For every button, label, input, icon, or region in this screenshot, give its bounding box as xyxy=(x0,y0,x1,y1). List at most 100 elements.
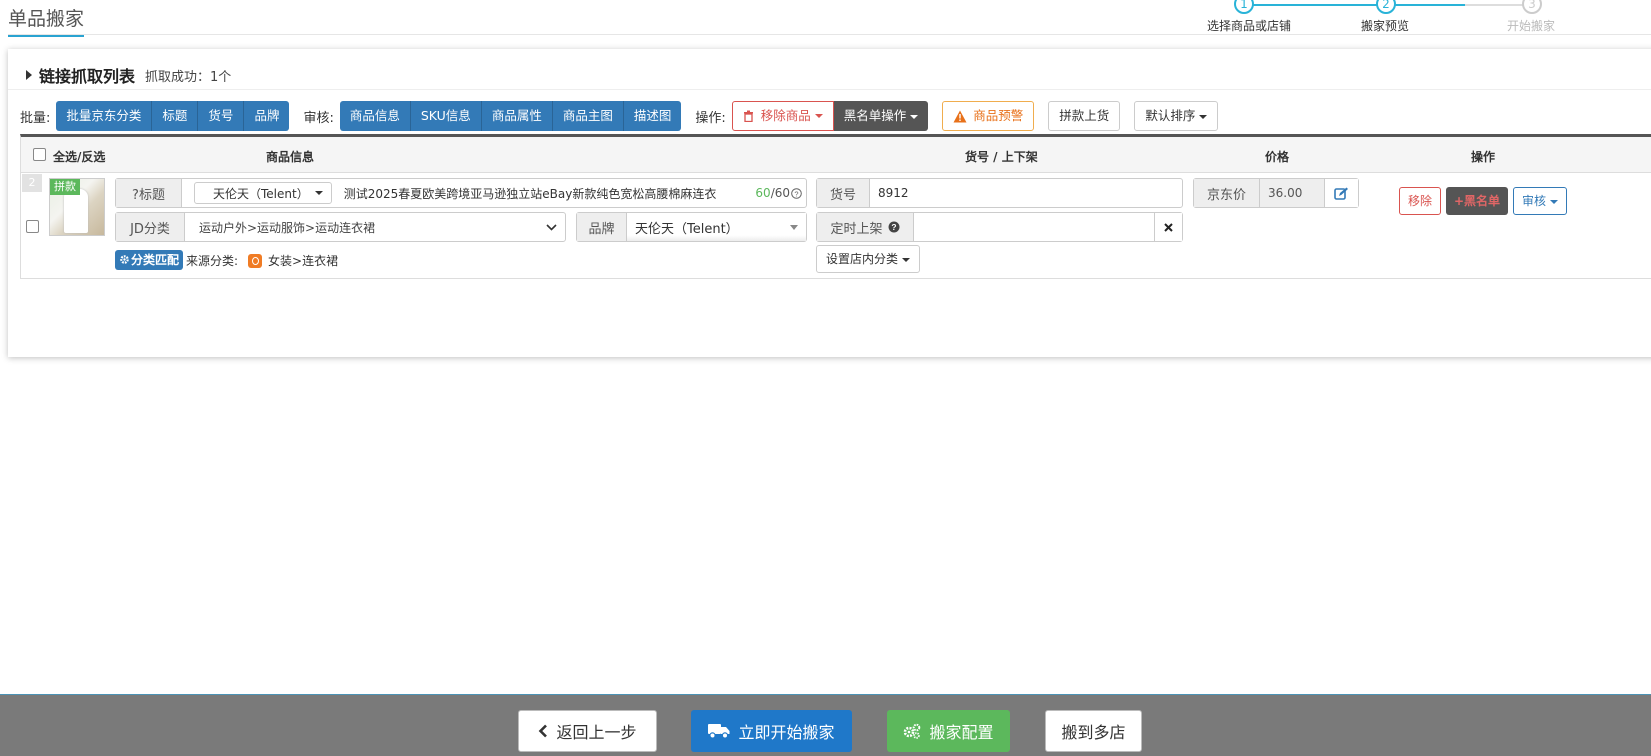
review-description-image-button[interactable]: 描述图 xyxy=(623,101,682,131)
price-value: 36.00 xyxy=(1260,179,1324,207)
table-row: 2 拼款 ?标题 天伦天（Telent） 测试2025春夏欧美跨境亚马逊独立站e… xyxy=(21,173,1651,279)
truck-icon xyxy=(708,724,730,739)
move-to-multi-store-button[interactable]: 搬到多店 xyxy=(1045,710,1142,752)
panel-title: 链接抓取列表 xyxy=(39,67,136,86)
review-label: 审核: xyxy=(303,110,334,126)
caret-down-icon xyxy=(314,191,323,195)
caret-down-icon xyxy=(814,114,823,118)
step-1-circle: 1 xyxy=(1234,0,1254,14)
title-brand-value: 天伦天（Telent） xyxy=(213,186,309,201)
title-input[interactable]: 测试2025春夏欧美跨境亚马逊独立站eBay新款纯色宽松高腰棉麻连衣 xyxy=(344,179,752,207)
back-button[interactable]: 返回上一步 xyxy=(518,710,657,752)
batch-jd-category-button[interactable]: 批量京东分类 xyxy=(56,101,153,131)
jd-category-select[interactable]: 运动户外>运动服饰>运动连衣裙 xyxy=(185,213,565,241)
panel-header[interactable]: 链接抓取列表 抓取成功：1个 xyxy=(26,63,231,87)
action-label: 操作: xyxy=(695,110,726,126)
batch-button-group: 批量京东分类 标题 货号 品牌 xyxy=(56,101,290,131)
blacklist-ops-button[interactable]: 黑名单操作 xyxy=(833,101,929,131)
chevron-left-icon xyxy=(539,724,548,738)
store-category-label: 设置店内分类 xyxy=(826,252,899,266)
batch-brand-button[interactable]: 品牌 xyxy=(244,101,290,131)
step-3-label: 开始搬家 xyxy=(1507,19,1556,33)
title-brand-dropdown[interactable]: 天伦天（Telent） xyxy=(194,182,332,204)
source-category-value: 女装>连衣裙 xyxy=(268,254,339,268)
brand-label: 品牌 xyxy=(577,213,627,241)
edit-price-button[interactable] xyxy=(1324,179,1358,207)
store-category-button[interactable]: 设置店内分类 xyxy=(816,245,921,273)
price-label: 京东价 xyxy=(1194,179,1260,207)
audit-row-label: 审核 xyxy=(1522,194,1547,208)
batch-toolbar: 批量: 批量京东分类 标题 货号 品牌 审核: 商品信息 SKU信息 商品属性 … xyxy=(20,101,1232,131)
batch-label: 批量: xyxy=(20,110,51,126)
page-title: 单品搬家 xyxy=(8,4,85,37)
review-attributes-button[interactable]: 商品属性 xyxy=(481,101,553,131)
header-product-info: 商品信息 xyxy=(266,150,315,164)
category-match-button[interactable]: 分类匹配 xyxy=(115,250,184,270)
select-all-label[interactable]: 全选/反选 xyxy=(53,148,105,165)
row-checkbox[interactable] xyxy=(26,220,39,233)
caret-down-icon xyxy=(1199,114,1208,119)
review-sku-info-button[interactable]: SKU信息 xyxy=(410,101,482,131)
close-icon xyxy=(1164,222,1173,232)
help-icon: ? xyxy=(888,221,899,233)
caret-down-icon xyxy=(790,224,798,230)
product-warning-label: 商品预警 xyxy=(973,108,1024,123)
schedule-label-text: 定时上架 xyxy=(830,221,883,237)
header-actions: 操作 xyxy=(1471,150,1496,164)
step-2-circle: 2 xyxy=(1376,0,1396,14)
sku-input[interactable]: 8912 xyxy=(870,179,1182,207)
start-migration-button[interactable]: 立即开始搬家 xyxy=(691,710,852,752)
product-thumbnail[interactable]: 拼款 xyxy=(49,178,105,236)
step-1-label: 选择商品或店铺 xyxy=(1207,19,1292,33)
review-product-info-button[interactable]: 商品信息 xyxy=(339,101,411,131)
panel-divider xyxy=(8,89,1651,90)
start-migration-label: 立即开始搬家 xyxy=(738,723,835,742)
title-char-count: 60 xyxy=(755,186,771,200)
header-price: 价格 xyxy=(1265,150,1290,164)
batch-title-button[interactable]: 标题 xyxy=(152,101,199,131)
remove-row-button[interactable]: 移除 xyxy=(1399,187,1442,215)
fetch-success-count: 抓取成功：1个 xyxy=(145,69,232,85)
brand-select[interactable]: 天伦天（Telent） xyxy=(627,213,806,241)
jd-category-group: JD分类 运动户外>运动服饰>运动连衣裙 xyxy=(115,212,566,242)
combine-listing-button[interactable]: 拼款上货 xyxy=(1048,101,1121,131)
migration-config-label: 搬家配置 xyxy=(929,723,994,742)
audit-row-button[interactable]: 审核 xyxy=(1513,187,1568,215)
remove-products-label: 移除商品 xyxy=(760,108,811,123)
caret-down-icon xyxy=(902,257,911,262)
caret-down-icon xyxy=(910,114,919,119)
gear-icon xyxy=(120,255,129,264)
batch-sku-button[interactable]: 货号 xyxy=(198,101,245,131)
brand-group: 品牌 天伦天（Telent） xyxy=(576,212,807,242)
default-sort-button[interactable]: 默认排序 xyxy=(1134,101,1219,131)
blacklist-row-button[interactable]: +黑名单 xyxy=(1446,187,1509,215)
caret-down-icon xyxy=(1550,199,1559,204)
sku-label: 货号 xyxy=(817,179,870,207)
row-index: 2 xyxy=(22,174,42,192)
remove-products-button[interactable]: 移除商品 xyxy=(731,101,834,131)
step-2-label: 搬家预览 xyxy=(1361,19,1410,33)
svg-text:?: ? xyxy=(794,189,798,198)
header-sku-shelf: 货号 / 上下架 xyxy=(965,150,1038,164)
review-button-group: 商品信息 SKU信息 商品属性 商品主图 描述图 xyxy=(339,101,682,131)
blacklist-ops-label: 黑名单操作 xyxy=(843,108,907,123)
schedule-label: 定时上架 ? xyxy=(817,213,914,241)
progress-stepper: 1 选择商品或店铺 2 搬家预览 3 开始搬家 xyxy=(1207,0,1651,36)
migration-config-button[interactable]: 搬家配置 xyxy=(887,710,1010,752)
warning-icon xyxy=(953,110,967,122)
footer-action-bar: 返回上一步 立即开始搬家 搬家配置 搬到多店 xyxy=(0,694,1651,756)
back-label: 返回上一步 xyxy=(556,723,637,742)
title-char-max: /60 xyxy=(770,186,790,200)
link-fetch-panel: 链接抓取列表 抓取成功：1个 批量: 批量京东分类 标题 货号 品牌 审核: 商… xyxy=(8,49,1651,357)
title-input-group: ?标题 天伦天（Telent） 测试2025春夏欧美跨境亚马逊独立站eBay新款… xyxy=(115,178,807,208)
product-table: 全选/反选 商品信息 货号 / 上下架 价格 操作 2 拼款 ?标题 天伦天（T… xyxy=(20,134,1651,279)
caret-right-icon xyxy=(26,70,32,80)
product-image xyxy=(64,189,88,233)
review-main-image-button[interactable]: 商品主图 xyxy=(552,101,624,131)
title-label[interactable]: ?标题 xyxy=(116,179,182,207)
schedule-input[interactable] xyxy=(914,213,1154,241)
jd-category-value: 运动户外>运动服饰>运动连衣裙 xyxy=(199,220,376,235)
clear-schedule-button[interactable] xyxy=(1154,213,1182,241)
select-all-checkbox[interactable] xyxy=(33,148,46,161)
product-warning-button[interactable]: 商品预警 xyxy=(942,101,1035,131)
